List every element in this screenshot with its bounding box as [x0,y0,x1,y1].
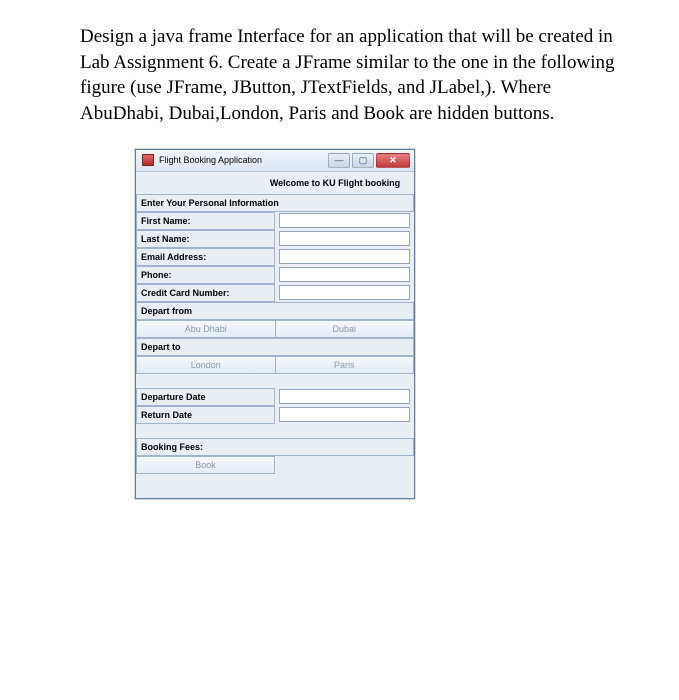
maximize-icon: ▢ [359,156,368,165]
phone-label: Phone: [136,266,275,284]
section-personal-label: Enter Your Personal Information [136,194,414,212]
depart-to-row: London Paris [136,356,414,374]
row-first-name: First Name: [136,212,414,230]
paris-button[interactable]: Paris [276,356,415,374]
london-button[interactable]: London [136,356,276,374]
titlebar: Flight Booking Application — ▢ ✕ [136,150,414,172]
jframe-window: Flight Booking Application — ▢ ✕ Welcome… [135,149,415,499]
depart-to-label: Depart to [136,338,414,356]
maximize-button[interactable]: ▢ [352,153,374,168]
instructions-text: Design a java frame Interface for an app… [80,24,619,127]
booking-fees-label: Booking Fees: [136,438,414,456]
minimize-icon: — [335,156,344,165]
phone-input[interactable] [279,267,410,282]
return-date-input[interactable] [279,407,410,422]
close-button[interactable]: ✕ [376,153,410,168]
cc-input[interactable] [279,285,410,300]
cc-label: Credit Card Number: [136,284,275,302]
departure-date-label: Departure Date [136,388,275,406]
row-last-name: Last Name: [136,230,414,248]
row-return-date: Return Date [136,406,414,424]
row-cc: Credit Card Number: [136,284,414,302]
first-name-label: First Name: [136,212,275,230]
row-email: Email Address: [136,248,414,266]
last-name-input[interactable] [279,231,410,246]
book-button[interactable]: Book [136,456,275,474]
departure-date-input[interactable] [279,389,410,404]
welcome-label: Welcome to KU Flight booking [136,172,414,194]
first-name-input[interactable] [279,213,410,228]
dubai-button[interactable]: Dubai [276,320,415,338]
email-input[interactable] [279,249,410,264]
last-name-label: Last Name: [136,230,275,248]
minimize-button[interactable]: — [328,153,350,168]
content-pane: Welcome to KU Flight booking Enter Your … [136,172,414,498]
close-icon: ✕ [389,156,397,165]
return-date-label: Return Date [136,406,275,424]
row-phone: Phone: [136,266,414,284]
row-departure-date: Departure Date [136,388,414,406]
depart-from-row: Abu Dhabi Dubai [136,320,414,338]
abu-dhabi-button[interactable]: Abu Dhabi [136,320,276,338]
email-label: Email Address: [136,248,275,266]
depart-from-label: Depart from [136,302,414,320]
window-title: Flight Booking Application [159,155,326,165]
app-icon [142,154,154,166]
book-row: Book [136,456,414,474]
